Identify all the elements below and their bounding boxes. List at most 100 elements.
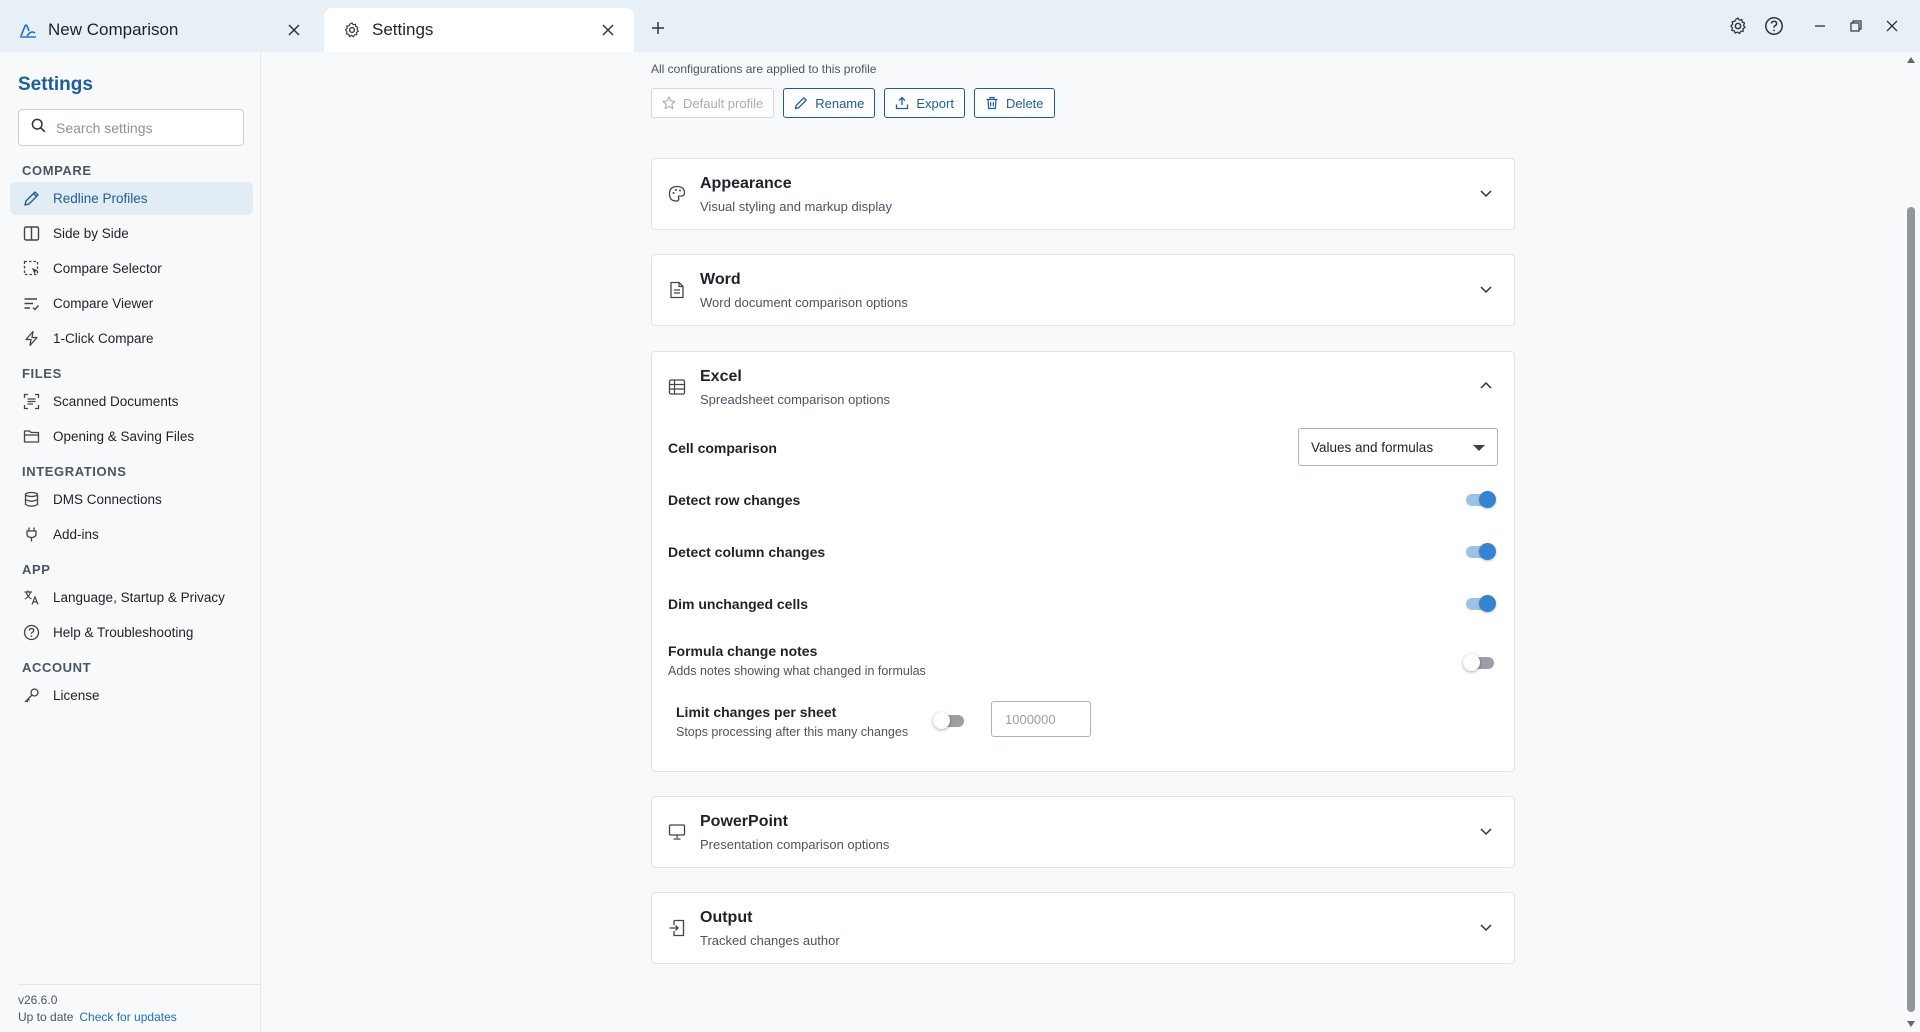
check-for-updates-link[interactable]: Check for updates bbox=[79, 1010, 176, 1024]
tab-new-comparison[interactable]: New Comparison bbox=[0, 8, 320, 52]
detect-row-changes-toggle[interactable] bbox=[1466, 491, 1496, 508]
cell-comparison-select[interactable]: Values and formulas bbox=[1298, 428, 1498, 466]
tab-settings[interactable]: Settings bbox=[324, 8, 634, 52]
dim-unchanged-cells-row: Dim unchanged cells bbox=[652, 578, 1514, 630]
minimize-icon bbox=[1815, 25, 1825, 27]
export-button[interactable]: Export bbox=[884, 88, 965, 118]
sidebar-item-opening-saving-files[interactable]: Opening & Saving Files bbox=[10, 420, 253, 453]
sidebar-item-label: Compare Selector bbox=[53, 261, 162, 276]
card-subtitle: Spreadsheet comparison options bbox=[700, 391, 891, 407]
new-tab-button[interactable] bbox=[640, 8, 676, 52]
folder-icon bbox=[22, 428, 40, 446]
button-label: Default profile bbox=[683, 95, 764, 111]
close-icon[interactable] bbox=[598, 20, 618, 40]
scrollbar-thumb[interactable] bbox=[1907, 207, 1915, 1012]
formula-change-notes-desc: Adds notes showing what changed in formu… bbox=[668, 663, 926, 678]
section-integrations: INTEGRATIONS bbox=[22, 464, 127, 479]
limit-changes-desc: Stops processing after this many changes bbox=[676, 724, 909, 739]
limit-changes-toggle[interactable] bbox=[933, 712, 964, 729]
sidebar-item-language-startup-privacy[interactable]: Language, Startup & Privacy bbox=[10, 581, 253, 614]
star-icon bbox=[662, 96, 676, 110]
main-scrollbar[interactable] bbox=[1902, 52, 1920, 1032]
sidebar-item-side-by-side[interactable]: Side by Side bbox=[10, 217, 253, 250]
card-title: Excel bbox=[700, 367, 742, 385]
default-profile-button[interactable]: Default profile bbox=[651, 88, 775, 118]
sidebar-item-redline-profiles[interactable]: Redline Profiles bbox=[10, 182, 253, 215]
close-icon[interactable] bbox=[284, 20, 304, 40]
help-button[interactable] bbox=[1756, 8, 1792, 44]
tab-label: New Comparison bbox=[48, 20, 179, 39]
plus-icon bbox=[651, 21, 665, 40]
limit-changes-row: Limit changes per sheet Stops processing… bbox=[652, 690, 1514, 752]
gear-icon bbox=[1730, 17, 1746, 35]
word-header[interactable]: Word Word document comparison options bbox=[652, 255, 1514, 325]
card-title: PowerPoint bbox=[700, 812, 789, 830]
formula-change-notes-label: Formula change notes bbox=[668, 642, 818, 659]
sidebar-item-scanned-documents[interactable]: Scanned Documents bbox=[10, 385, 253, 418]
detect-row-changes-row: Detect row changes bbox=[652, 474, 1514, 526]
minimize-button[interactable] bbox=[1802, 8, 1838, 44]
profile-note: All configurations are applied to this p… bbox=[651, 62, 877, 76]
section-app: APP bbox=[22, 562, 51, 577]
restore-button[interactable] bbox=[1838, 8, 1874, 44]
detect-column-changes-toggle[interactable] bbox=[1466, 543, 1496, 560]
excel-header[interactable]: Excel Spreadsheet comparison options bbox=[652, 352, 1514, 422]
sidebar-item-compare-selector[interactable]: Compare Selector bbox=[10, 252, 253, 285]
dropdown-caret-icon bbox=[1473, 445, 1485, 451]
sidebar-item-help-troubleshooting[interactable]: Help & Troubleshooting bbox=[10, 616, 253, 649]
appearance-header[interactable]: Appearance Visual styling and markup disp… bbox=[652, 159, 1514, 229]
cell-comparison-label: Cell comparison bbox=[668, 440, 777, 456]
sidebar: Settings COMPARE Redline Profiles Side b… bbox=[0, 52, 261, 1032]
rename-button[interactable]: Rename bbox=[783, 88, 876, 118]
delete-button[interactable]: Delete bbox=[973, 88, 1055, 118]
selection-icon bbox=[22, 260, 40, 278]
scroll-up-arrow-icon[interactable] bbox=[1907, 57, 1915, 63]
chevron-down-icon bbox=[1478, 185, 1494, 201]
sidebar-item-label: Opening & Saving Files bbox=[53, 429, 195, 444]
upload-icon bbox=[895, 96, 909, 110]
powerpoint-header[interactable]: PowerPoint Presentation comparison option… bbox=[652, 797, 1514, 867]
sidebar-item-label: Redline Profiles bbox=[53, 191, 148, 206]
sidebar-item-dms-connections[interactable]: DMS Connections bbox=[10, 483, 253, 516]
sidebar-item-label: Add-ins bbox=[53, 527, 99, 542]
formula-change-notes-toggle[interactable] bbox=[1463, 654, 1494, 671]
scroll-down-arrow-icon[interactable] bbox=[1907, 1021, 1915, 1027]
section-account: ACCOUNT bbox=[22, 660, 92, 675]
sidebar-item-1-click-compare[interactable]: 1-Click Compare bbox=[10, 322, 253, 355]
sidebar-item-label: Language, Startup & Privacy bbox=[53, 590, 225, 605]
button-label: Delete bbox=[1005, 95, 1044, 111]
sidebar-item-label: License bbox=[53, 688, 100, 703]
table-icon bbox=[668, 378, 686, 396]
card-subtitle: Visual styling and markup display bbox=[700, 198, 892, 214]
sidebar-item-compare-viewer[interactable]: Compare Viewer bbox=[10, 287, 253, 320]
card-excel: Excel Spreadsheet comparison options Cell… bbox=[651, 351, 1515, 772]
card-word: Word Word document comparison options bbox=[651, 254, 1515, 326]
limit-changes-input[interactable] bbox=[991, 701, 1091, 737]
update-status: Up to date bbox=[18, 1010, 74, 1024]
sidebar-item-label: Scanned Documents bbox=[53, 394, 179, 409]
sidebar-item-license[interactable]: License bbox=[10, 679, 253, 712]
card-subtitle: Word document comparison options bbox=[700, 294, 908, 310]
search-input[interactable] bbox=[56, 119, 226, 136]
cell-comparison-row: Cell comparison Values and formulas bbox=[652, 422, 1514, 474]
translate-icon bbox=[22, 589, 40, 607]
tab-bar: New Comparison Settings bbox=[0, 0, 1920, 52]
settings-gear-button[interactable] bbox=[1720, 8, 1756, 44]
card-subtitle: Presentation comparison options bbox=[700, 836, 890, 852]
dim-unchanged-cells-label: Dim unchanged cells bbox=[668, 596, 809, 612]
card-output: Output Tracked changes author bbox=[651, 892, 1515, 964]
help-icon bbox=[1765, 17, 1783, 35]
sidebar-item-label: Side by Side bbox=[53, 226, 129, 241]
detect-column-changes-label: Detect column changes bbox=[668, 544, 826, 560]
main-content: All configurations are applied to this p… bbox=[262, 52, 1902, 1032]
chevron-down-icon bbox=[1478, 823, 1494, 839]
close-window-button[interactable] bbox=[1874, 8, 1910, 44]
dim-unchanged-cells-toggle[interactable] bbox=[1466, 595, 1496, 612]
database-icon bbox=[22, 491, 40, 509]
section-compare: COMPARE bbox=[22, 163, 92, 178]
list-check-icon bbox=[22, 295, 40, 313]
button-label: Rename bbox=[815, 95, 865, 111]
sidebar-item-add-ins[interactable]: Add-ins bbox=[10, 518, 253, 551]
search-box[interactable] bbox=[18, 109, 244, 146]
output-header[interactable]: Output Tracked changes author bbox=[652, 893, 1514, 963]
